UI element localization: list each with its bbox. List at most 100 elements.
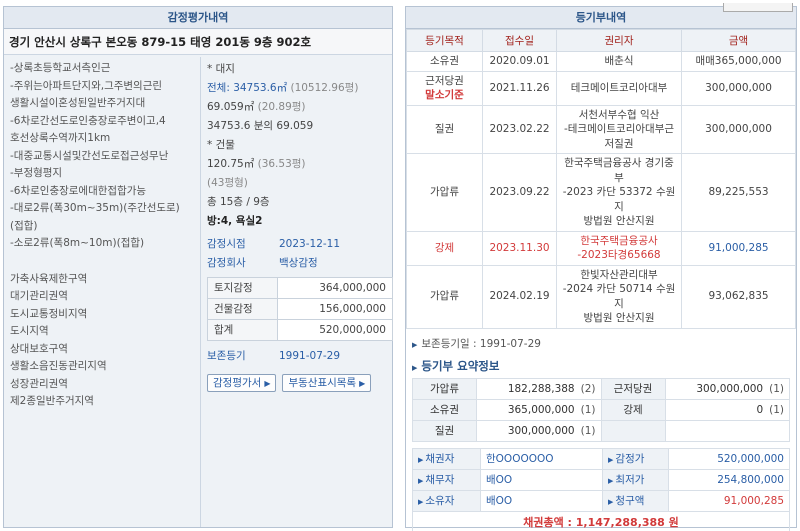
holder-cell: 한빛자산관리대부 -2024 카단 50714 수원지 방법원 안산지원 [556,264,682,329]
party-label: ▶ 채권자 [412,447,481,470]
summary-label: 강제 [600,398,666,421]
price-row: 토지감정 364,000,000 [207,277,393,299]
summary-value: 182,288,388 (2) [476,377,602,400]
table-row: 가압류 2023.09.22 한국주택금융공사 경기중 부 -2023 카단 53372… [406,153,796,232]
location-note: -대로2류(폭30m~35m)(주간선도로) [10,202,180,214]
column-header: 접수일 [482,29,557,52]
holder-line: 저질권 [604,137,634,150]
summary-label [600,419,666,442]
summary-amount: 365,000,000 [507,403,575,416]
price-label: 토지감정 [207,277,278,299]
holder-line: 방법원 안산지원 [583,215,655,227]
summary-amount: 300,000,000 [507,424,575,437]
summary-value: 300,000,000 (1) [664,377,790,400]
table-row: 소유권 2020.09.01 배춘식 매매365,000,000 [406,51,796,72]
column-header: 권리자 [556,29,682,52]
property-details: * 대지 전체: 34753.6㎡ (10512.96평) 69.059㎡ (2… [200,57,393,527]
base-right-badge: 말소기준 [425,89,464,101]
party-row: ▶ 소유자 배OO ▶ 청구액 91,000,285 [412,489,790,512]
holder-cell: 서천서부수협 익산 -테크메이트코리아대부근 저질권 [556,104,682,154]
purpose-text: 가압류 [430,290,459,303]
party-value[interactable]: 배OO [479,489,604,512]
party-label-text: 소유자 [425,495,455,507]
location-note: (접합) [10,219,38,232]
triangle-right-icon: ▶ [418,498,424,506]
location-note: -상록초등학교서측인근 [10,62,111,74]
zone-item: 대기관리권역 [10,290,68,302]
appraisal-date: 2023-12-11 [279,238,341,250]
price-value: 254,800,000 [668,468,790,491]
price-row: 건물감정 156,000,000 [207,298,393,320]
land-share-area: 69.059㎡ [207,101,255,113]
price-value: 520,000,000 [668,447,790,470]
purpose-cell: 소유권 [406,51,483,72]
triangle-right-icon: ▶ [608,456,614,464]
purpose-text: 가압류 [430,186,459,198]
purpose-cell: 근저당권말소기준 [406,70,483,106]
building-area: 120.75㎡ [207,158,255,170]
holder-line: -2023타경65668 [577,249,661,261]
zone-item: 제2종일반주거지역 [10,395,94,407]
table-row: 강제 2023.11.30 한국주택금융공사 -2023타경65668 91,000,2… [406,230,796,266]
date-cell: 2023.02.22 [482,104,557,154]
zone-item: 도시지역 [10,325,49,337]
zone-list: 가축사육제한구역 대기관리권역 도시교통정비지역 도시지역 상대보호구역 생활소음진동관리… [10,271,199,411]
holder-line: 배춘식 [604,55,634,67]
price-row: 합계 520,000,000 [207,319,393,341]
party-value[interactable]: 배OO [479,468,604,491]
location-note: -부정형평지 [10,167,63,179]
summary-label: 소유권 [412,398,477,421]
summary-row: 질권 300,000,000 (1) [412,419,790,442]
appraisal-report-button-label: 감정평가서 [213,377,262,389]
triangle-right-icon: ▶ [418,456,424,464]
triangle-right-icon: ▶ [264,379,271,388]
table-row: 근저당권 말소기준 2021.11.26 테크메이트코리아대부 300,000,000 [406,70,796,106]
land-total: 전체: 34753.6㎡ [207,82,288,94]
table-row: 질권 2023.02.22 서천서부수협 익산 -테크메이트코리아대부근 저질권 300,… [406,104,796,154]
summary-count: (1) [769,382,784,395]
appraisal-panel-title: 감정평가내역 [4,7,392,29]
location-note: 호선상록수역까지1km [10,132,111,144]
triangle-right-icon: ▶ [608,477,614,485]
party-value[interactable]: 한OOOOOOO [479,447,604,470]
summary-label: 근저당권 [600,377,666,400]
summary-count: (1) [769,403,784,416]
location-note: -6차로인충장로에대한접합가능 [10,184,147,197]
price-label: 건물감정 [207,298,278,320]
purpose-text: 소유권 [430,55,459,67]
price-label: 합계 [207,319,278,341]
top-edge-button[interactable] [723,3,793,12]
purpose-text: 근저당권 [425,74,464,87]
property-address: 경기 안산시 상록구 본오동 879-15 태영 201동 9층 902호 [4,29,392,55]
party-row: ▶ 채권자 한OOOOOOO ▶ 감정가 520,000,000 [412,447,790,470]
date-cell: 2023.11.30 [482,230,557,266]
appraiser-name: 백상감정 [279,257,318,269]
summary-label: 질권 [412,419,477,442]
zone-item: 가축사육제한구역 [10,272,88,285]
total-claims: 채권총액 : 1,147,288,388 원 [412,511,790,531]
date-cell: 2023.09.22 [482,153,557,232]
holder-line: -2024 카단 50714 수원지 [562,283,676,310]
triangle-right-icon: ▶ [359,379,366,388]
triangle-right-icon: ▶ [412,363,418,372]
holder-line: 테크메이트코리아대부 [570,81,668,94]
amount-cell: 300,000,000 [681,70,796,106]
zone-item: 성장관리권역 [10,377,68,390]
building-label: * 건물 [207,139,235,151]
zone-item: 생활소음진동관리지역 [10,360,107,372]
holder-cell: 테크메이트코리아대부 [556,70,682,106]
purpose-cell: 가압류 [406,264,483,329]
appraisal-report-button[interactable]: 감정평가서 ▶ [207,374,277,392]
summary-rows: 가압류 182,288,388 (2) 근저당권 300,000,000 (1) 소유권 36… [412,377,790,442]
amount-cell: 매매365,000,000 [681,51,796,72]
appraiser-row: 감정회사 백상감정 [207,254,388,273]
amount-cell: 91,000,285 [681,230,796,266]
column-header: 등기목적 [406,29,483,52]
purpose-cell: 강제 [406,230,483,266]
purpose-cell: 가압류 [406,153,483,232]
holder-line: 한빛자산관리대부 [580,268,658,281]
property-list-button[interactable]: 부동산표시목록 ▶ [282,374,372,392]
property-list-button-label: 부동산표시목록 [288,377,357,389]
registry-table: 등기목적 접수일 권리자 금액 소유권 2020.09.01 배춘식 매매365,00… [406,29,796,329]
price-value: 364,000,000 [277,277,393,299]
